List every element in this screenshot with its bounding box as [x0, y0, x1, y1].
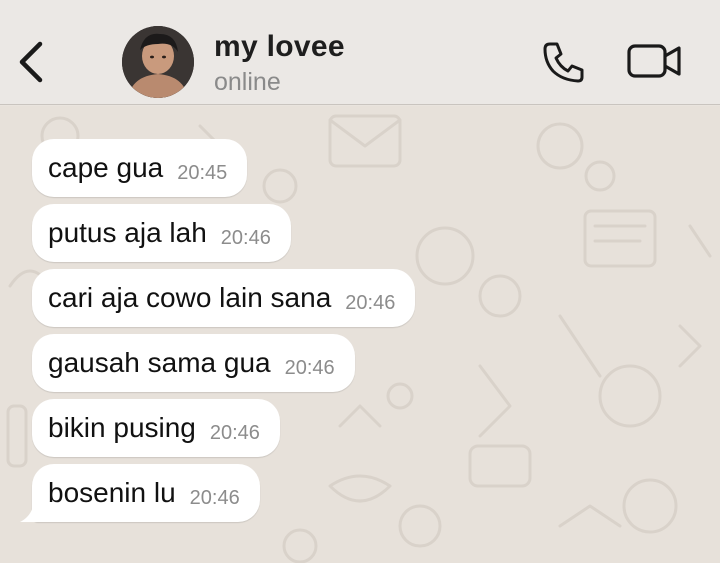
message-text: cari aja cowo lain sana: [48, 282, 332, 313]
message-time: 20:45: [177, 161, 228, 184]
message-bubble[interactable]: bosenin lu 20:46: [32, 464, 260, 522]
message-text: putus aja lah: [48, 217, 207, 248]
message-text: bosenin lu: [48, 477, 176, 508]
phone-icon: [543, 42, 584, 83]
message-text: gausah sama gua: [48, 347, 271, 378]
message-time: 20:46: [345, 291, 396, 314]
bubble-tail: [20, 502, 48, 522]
contact-name[interactable]: my lovee: [214, 30, 345, 64]
video-call-button[interactable]: [626, 40, 684, 82]
message-bubble[interactable]: gausah sama gua 20:46: [32, 334, 355, 392]
chat-area[interactable]: cape gua 20:45 putus aja lah 20:46 cari …: [0, 106, 720, 563]
video-camera-icon: [627, 44, 681, 78]
message-bubble[interactable]: cape gua 20:45: [32, 139, 248, 197]
message-text: cape gua: [48, 152, 164, 183]
voice-call-button[interactable]: [540, 38, 588, 86]
message-text: bikin pusing: [48, 412, 196, 443]
chevron-left-icon: [19, 41, 43, 83]
message-bubble[interactable]: cari aja cowo lain sana 20:46: [32, 269, 416, 327]
message-time: 20:46: [189, 486, 240, 509]
message-bubble[interactable]: bikin pusing 20:46: [32, 399, 280, 457]
avatar[interactable]: [122, 26, 194, 98]
contact-status: online: [214, 68, 281, 96]
avatar-photo: [122, 26, 194, 98]
message-bubble[interactable]: putus aja lah 20:46: [32, 204, 291, 262]
back-button[interactable]: [12, 36, 52, 88]
message-time: 20:46: [209, 421, 260, 444]
chat-header: my lovee online: [0, 0, 720, 105]
message-time: 20:46: [220, 226, 271, 249]
message-time: 20:46: [284, 356, 335, 379]
